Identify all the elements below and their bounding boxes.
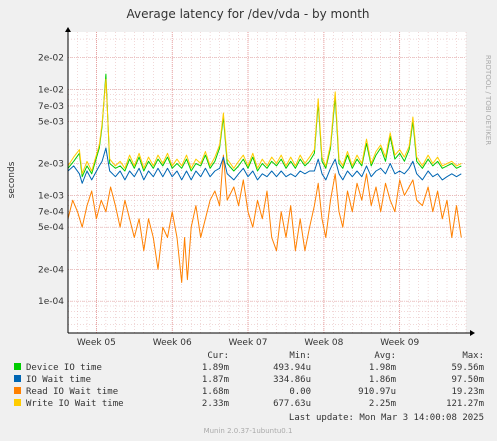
legend-value-cur: 1.87m (202, 375, 229, 385)
legend-value-min: 493.94u (273, 363, 311, 373)
legend-value-max: 19.23m (451, 387, 484, 397)
legend-swatch (14, 387, 21, 394)
y-tick-label: 2e-04 (38, 265, 64, 275)
y-tick-label: 1e-03 (38, 191, 64, 201)
legend-series-name: IO Wait time (26, 375, 91, 385)
legend-header: Avg: (374, 351, 396, 361)
x-tick-label: Week 07 (229, 338, 268, 348)
chart-frame: Average latency for /dev/vda - by month … (0, 0, 497, 441)
y-tick-label: 2e-03 (38, 160, 64, 170)
legend-swatch (14, 363, 21, 370)
legend-value-cur: 1.89m (202, 363, 229, 373)
legend-value-min: 677.63u (273, 399, 311, 409)
y-tick-label: 5e-04 (38, 223, 64, 233)
y-tick-label: 2e-02 (38, 54, 64, 64)
chart-title: Average latency for /dev/vda - by month (127, 7, 370, 21)
legend-value-avg: 1.86m (369, 375, 396, 385)
x-tick-label: Week 06 (153, 338, 192, 348)
y-tick-label: 7e-03 (38, 102, 64, 112)
y-axis: 2e-02 1e-02 7e-03 5e-03 2e-03 1e-03 7e-04 5e-04… (38, 54, 64, 308)
y-tick-label: 1e-04 (38, 297, 64, 307)
y-tick-label: 7e-04 (38, 208, 64, 218)
legend: Cur: Min: Avg: Max: Device IO time 1.89m 493.9… (14, 351, 484, 409)
legend-value-max: 121.27m (446, 399, 484, 409)
legend-value-max: 59.56m (451, 363, 484, 373)
y-tick-label: 1e-02 (38, 86, 64, 96)
legend-series-name: Device IO time (26, 363, 102, 373)
x-tick-label: Week 08 (304, 338, 343, 348)
y-axis-label: seconds (7, 161, 17, 198)
x-tick-label: Week 09 (380, 338, 419, 348)
legend-series-name: Write IO Wait time (26, 399, 124, 409)
legend-header: Min: (289, 351, 311, 361)
x-axis-arrow (470, 330, 475, 336)
legend-value-cur: 2.33m (202, 399, 229, 409)
last-update: Last update: Mon Mar 3 14:00:08 2025 (289, 413, 484, 423)
legend-value-cur: 1.68m (202, 387, 229, 397)
rrdtool-credit: RRDTOOL / TOBI OETIKER (484, 55, 492, 145)
legend-series-name: Read IO Wait time (26, 387, 118, 397)
legend-header: Cur: (207, 351, 229, 361)
legend-swatch (14, 375, 21, 382)
legend-swatch (14, 399, 21, 406)
legend-value-min: 334.86u (273, 375, 311, 385)
y-axis-arrow (65, 27, 71, 32)
y-tick-label: 5e-03 (38, 117, 64, 127)
legend-value-avg: 910.97u (358, 387, 396, 397)
munin-version: Munin 2.0.37-1ubuntu0.1 (204, 427, 293, 435)
legend-header: Max: (462, 351, 484, 361)
legend-value-max: 97.50m (451, 375, 484, 385)
x-axis: Week 05 Week 06 Week 07 Week 08 Week 09 (77, 338, 420, 348)
latency-chart: Average latency for /dev/vda - by month … (7, 7, 492, 435)
legend-value-avg: 2.25m (369, 399, 396, 409)
legend-value-min: 0.00 (289, 387, 311, 397)
legend-value-avg: 1.98m (369, 363, 396, 373)
x-tick-label: Week 05 (77, 338, 116, 348)
